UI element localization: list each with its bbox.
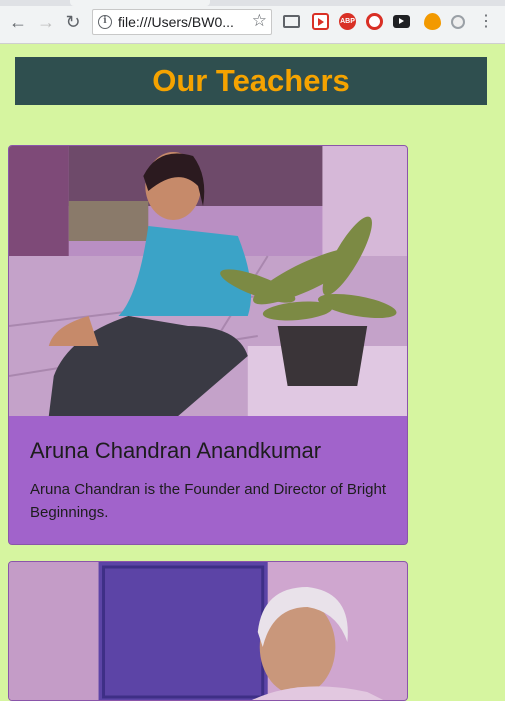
address-url[interactable]: file:///Users/BW0... (118, 14, 234, 30)
address-bar[interactable]: i file:///Users/BW0... ☆ (92, 9, 272, 35)
page-title: Our Teachers (152, 63, 350, 98)
tab-strip (0, 0, 505, 6)
info-icon[interactable]: i (98, 15, 112, 29)
active-tab[interactable] (70, 0, 210, 6)
teacher-card: Aruna Chandran Anandkumar Aruna Chandran… (8, 145, 408, 545)
adblock-plus-icon[interactable]: ABP (339, 13, 356, 30)
teacher-photo (9, 562, 407, 700)
teacher-card-body: Aruna Chandran Anandkumar Aruna Chandran… (9, 416, 407, 544)
page-header: Our Teachers (15, 57, 487, 105)
browser-menu-icon[interactable]: ⋮ (478, 12, 494, 32)
bookmark-star-icon[interactable]: ☆ (252, 11, 267, 31)
circle-extension-icon[interactable] (451, 15, 465, 29)
teacher-card (8, 561, 408, 701)
teacher-name: Aruna Chandran Anandkumar (30, 438, 322, 463)
browser-toolbar: ← → ↻ i file:///Users/BW0... ☆ ABP ⋮ (0, 0, 505, 44)
cast-icon[interactable] (283, 15, 300, 28)
opera-extension-icon[interactable] (366, 13, 383, 30)
fire-extension-icon[interactable] (424, 13, 441, 30)
media-extension-icon[interactable] (312, 13, 329, 30)
reload-icon[interactable]: ↻ (63, 12, 83, 32)
forward-icon[interactable]: → (36, 12, 56, 32)
teacher-description: Aruna Chandran is the Founder and Direct… (30, 481, 387, 521)
teacher-photo (9, 146, 407, 416)
youtube-extension-icon[interactable] (393, 15, 410, 28)
back-icon[interactable]: ← (8, 12, 28, 32)
